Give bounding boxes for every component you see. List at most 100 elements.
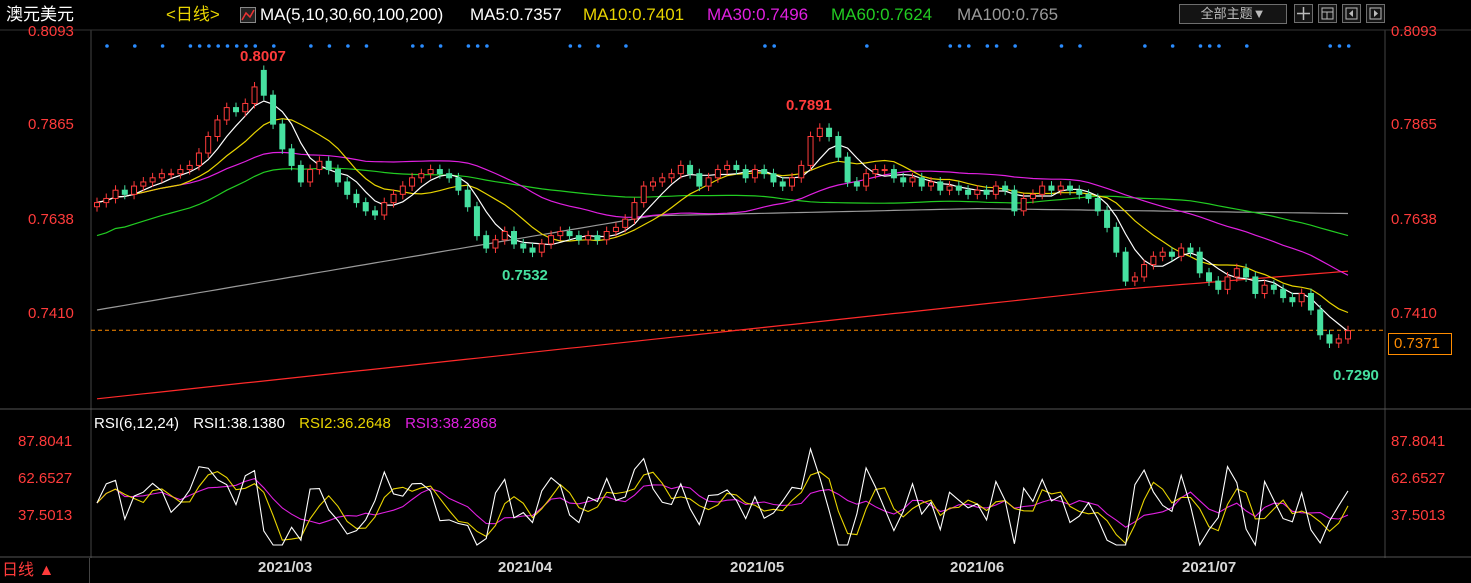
candle-down — [770, 173, 777, 183]
signal-dot — [1245, 44, 1249, 48]
signal-dot — [763, 44, 767, 48]
signal-dot — [994, 44, 999, 48]
ma30-value: MA30:0.7496 — [707, 5, 809, 24]
signal-dot — [1207, 44, 1212, 48]
signal-dot — [568, 44, 573, 48]
candle-up — [1141, 264, 1148, 278]
signal-dot — [133, 44, 137, 48]
candle-up — [149, 177, 156, 183]
signal-dot — [577, 44, 582, 48]
candle-up — [492, 239, 499, 249]
rsi-axis-right-3: 37.5013 — [1391, 507, 1446, 524]
signal-dot — [466, 44, 471, 48]
rsi-axis-left-3: 37.5013 — [18, 507, 73, 524]
candle-down — [1252, 276, 1259, 294]
candle-up — [863, 173, 870, 187]
rsi2-value: RSI2:36.2648 — [299, 415, 391, 432]
candle-down — [1187, 247, 1194, 253]
period-toggle-button[interactable]: 日线 ▲ — [0, 558, 90, 583]
candle-down — [918, 177, 925, 187]
window-layout-icon[interactable] — [1318, 4, 1337, 23]
candle-down — [1048, 185, 1055, 191]
candle-up — [1039, 185, 1046, 195]
date-label-may: 2021/05 — [730, 559, 785, 576]
ma5-value: MA5:0.7357 — [470, 5, 562, 24]
candle-up — [631, 202, 638, 220]
candle-up — [650, 181, 656, 187]
indicator-settings-icon[interactable] — [240, 7, 256, 23]
candle-down — [436, 169, 443, 175]
candle-down — [260, 69, 267, 96]
rsi-axis-left-1: 87.8041 — [18, 433, 73, 450]
candle-down — [1113, 226, 1120, 253]
candle-down — [473, 206, 480, 237]
candle-up — [585, 235, 592, 241]
candle-up — [789, 177, 795, 187]
candle-up — [112, 189, 119, 199]
candle-down — [483, 235, 490, 249]
candle-up — [751, 169, 758, 179]
signal-dot — [225, 44, 230, 48]
rsi-axis-right-1: 87.8041 — [1391, 433, 1446, 450]
candle-down — [1307, 292, 1314, 311]
candle-down — [1206, 272, 1212, 282]
price-axis-left-4: 0.7410 — [28, 305, 74, 322]
candle-up — [214, 119, 221, 138]
candle-up — [538, 243, 545, 253]
candle-up — [640, 185, 647, 204]
collapse-left-icon[interactable] — [1342, 4, 1361, 23]
candle-up — [909, 177, 916, 183]
candle-up — [974, 189, 981, 195]
price-axis-right-3: 0.7638 — [1391, 211, 1437, 228]
expand-right-icon[interactable] — [1366, 4, 1385, 23]
signal-dot — [1346, 44, 1351, 48]
signal-dot — [420, 44, 424, 48]
period-tag[interactable]: <日线> — [166, 5, 220, 25]
date-label-jul: 2021/07 — [1182, 559, 1237, 576]
candle-down — [1094, 197, 1101, 212]
candle-down — [566, 231, 573, 237]
candle-down — [529, 247, 536, 253]
date-label-jun: 2021/06 — [950, 559, 1005, 576]
high-annotation-2: 0.7891 — [786, 97, 832, 114]
candle-up — [418, 173, 425, 179]
candle-up — [946, 185, 953, 191]
price-axis-left-3: 0.7638 — [28, 211, 74, 228]
price-axis-right-1: 0.8093 — [1391, 23, 1437, 40]
candle-up — [409, 177, 416, 187]
candle-up — [724, 164, 731, 171]
candle-down — [1270, 284, 1277, 290]
candle-up — [677, 164, 684, 175]
ma200-line — [96, 270, 1349, 400]
candle-up — [1159, 251, 1166, 257]
candle-down — [696, 173, 703, 187]
candle-up — [1029, 193, 1036, 199]
candle-down — [1317, 309, 1324, 336]
candle-down — [826, 127, 833, 138]
signal-dot — [624, 44, 628, 48]
rsi3-value: RSI3:38.2868 — [405, 415, 497, 432]
theme-dropdown-button[interactable]: 全部主题▼ — [1179, 4, 1287, 24]
candle-down — [334, 169, 341, 183]
candle-up — [1131, 276, 1138, 282]
candle-up — [603, 231, 610, 241]
chart-canvas[interactable] — [0, 0, 1471, 583]
high-annotation-1: 0.8007 — [240, 48, 286, 65]
candle-down — [1326, 334, 1333, 344]
candle-down — [761, 169, 768, 175]
signal-dot — [772, 44, 776, 48]
rsi-legend: RSI(6,12,24) RSI1:38.1380 RSI2:36.2648 R… — [94, 415, 507, 433]
candle-up — [714, 169, 721, 179]
candle-down — [464, 189, 471, 208]
crosshair-icon[interactable] — [1294, 4, 1313, 23]
candle-down — [900, 177, 907, 183]
ma100-line — [96, 207, 1349, 311]
signal-dot — [105, 44, 109, 48]
rsi2-line — [96, 470, 1349, 545]
candle-down — [742, 169, 749, 179]
candle-up — [103, 197, 110, 204]
candle-up — [557, 231, 564, 237]
candle-up — [427, 169, 434, 175]
candle-down — [1011, 189, 1018, 212]
candle-down — [937, 181, 944, 191]
